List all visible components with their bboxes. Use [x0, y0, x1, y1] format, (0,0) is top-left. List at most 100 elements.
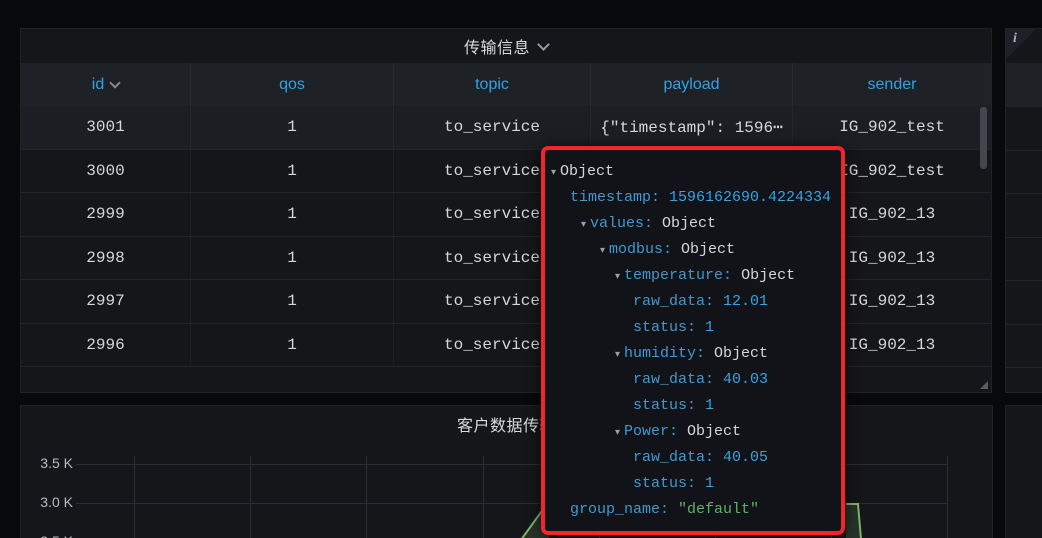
json-key: raw_data:	[633, 293, 723, 310]
json-tree-line[interactable]: raw_data: 12.01	[545, 289, 841, 315]
column-header-topic[interactable]: topic	[394, 63, 591, 106]
json-value: Object	[662, 215, 716, 232]
table-row[interactable]: 30001to_serviceIG_902_test	[21, 150, 991, 194]
json-key: raw_data:	[633, 371, 723, 388]
table-row[interactable]: 30011to_service{″timestamp″: 1596⋯IG_902…	[21, 106, 991, 150]
table-row[interactable]: 29981to_serviceIG_902_13	[21, 237, 991, 281]
gridline-vertical	[134, 456, 135, 538]
table-row[interactable]: 29961to_serviceIG_902_13	[21, 324, 991, 368]
panel-right-top: i	[1005, 28, 1042, 393]
cell-qos: 1	[191, 193, 394, 236]
json-key: values:	[590, 215, 662, 232]
json-tree-line[interactable]: ▾modbus: Object	[545, 237, 841, 263]
table-row[interactable]: 29991to_serviceIG_902_13	[21, 193, 991, 237]
cell-qos: 1	[191, 237, 394, 280]
json-tree-line[interactable]: raw_data: 40.03	[545, 367, 841, 393]
cell-qos: 1	[191, 324, 394, 367]
panel-header[interactable]: 传输信息	[21, 29, 991, 63]
json-tree-line[interactable]: status: 1	[545, 393, 841, 419]
json-key: status:	[633, 397, 705, 414]
y-axis-tick-label: 3.5 K	[25, 455, 73, 471]
gridline-vertical	[947, 456, 948, 538]
json-tree-line[interactable]: status: 1	[545, 315, 841, 341]
cell-id: 3000	[21, 150, 191, 193]
gridline-vertical	[366, 456, 367, 538]
json-value: 1	[705, 319, 714, 336]
column-header-payload[interactable]: payload	[591, 63, 793, 106]
json-value: 12.01	[723, 293, 768, 310]
json-tree-line[interactable]: ▾ values: Object	[545, 211, 841, 237]
triangle-down-icon: ▾	[615, 271, 620, 282]
dashboard: 传输信息 id qos topic payload sender 30011to_ser…	[0, 0, 1042, 538]
cell-qos: 1	[191, 280, 394, 323]
gridline-vertical	[483, 456, 484, 538]
gridline-vertical	[250, 456, 251, 538]
json-value: Object	[687, 423, 741, 440]
json-tree-line[interactable]: ▾ temperature: Object	[545, 263, 841, 289]
json-key: modbus:	[609, 241, 681, 258]
info-icon: i	[1013, 31, 1017, 47]
column-header-qos[interactable]: qos	[191, 63, 394, 106]
chevron-down-icon	[110, 77, 121, 88]
triangle-down-icon: ▾	[615, 349, 620, 360]
json-key: timestamp:	[570, 189, 669, 206]
cell-id: 2997	[21, 280, 191, 323]
table-row-separator	[1006, 324, 1042, 325]
table-scrollbar[interactable]	[980, 107, 987, 169]
chart-panel-header[interactable]: 客户数据传输	[21, 412, 992, 436]
json-tree-line[interactable]: raw_data: 40.05	[545, 445, 841, 471]
json-tree-line[interactable]: ▾Object	[545, 159, 841, 185]
table-row-separator	[1006, 280, 1042, 281]
table-row-separator	[1006, 193, 1042, 194]
right-table-header	[1006, 63, 1042, 106]
table-row[interactable]: 29971to_serviceIG_902_13	[21, 280, 991, 324]
triangle-down-icon: ▾	[581, 219, 586, 230]
json-key: temperature:	[624, 267, 741, 284]
cell-id: 3001	[21, 106, 191, 149]
json-value: 40.05	[723, 449, 768, 466]
panel-resize-handle[interactable]	[980, 381, 988, 389]
table-header-row: id qos topic payload sender	[21, 63, 991, 106]
json-value: 1	[705, 397, 714, 414]
cell-qos: 1	[191, 106, 394, 149]
json-tree-line[interactable]: timestamp: 1596162690.4224334	[545, 185, 841, 211]
column-header-label: qos	[279, 76, 305, 94]
json-tree-line[interactable]: status: 1	[545, 471, 841, 497]
panel-client-data-chart: 客户数据传输 3.5 K3.0 K2.5 K	[20, 405, 993, 538]
column-header-label: sender	[868, 76, 917, 94]
json-key: raw_data:	[633, 449, 723, 466]
json-tree-line[interactable]: ▾ humidity: Object	[545, 341, 841, 367]
triangle-down-icon: ▾	[615, 427, 620, 438]
column-header-label: id	[92, 76, 104, 94]
table-row-separator	[1006, 106, 1042, 107]
y-axis-tick-label: 3.0 K	[25, 494, 73, 510]
cell-id: 2998	[21, 237, 191, 280]
panel-info-corner[interactable]	[1006, 29, 1036, 59]
cell-id: 2999	[21, 193, 191, 236]
panel-right-bottom	[1005, 405, 1042, 538]
json-tree: ▾Objecttimestamp: 1596162690.4224334▾val…	[545, 150, 841, 523]
json-value: Object	[714, 345, 768, 362]
table-row-separator	[1006, 367, 1042, 368]
cell-sender: IG_902_test	[793, 106, 991, 149]
panel-transmission-table: 传输信息 id qos topic payload sender 30011to_ser…	[20, 28, 992, 393]
cell-qos: 1	[191, 150, 394, 193]
panel-title[interactable]: 传输信息	[464, 34, 530, 58]
json-tree-line[interactable]: group_name: ″default″	[545, 497, 841, 523]
json-tree-line[interactable]: ▾Power: Object	[545, 419, 841, 445]
json-key: group_name:	[570, 501, 678, 518]
json-value: 1	[705, 475, 714, 492]
json-value: 1596162690.4224334	[669, 189, 831, 206]
column-header-label: payload	[663, 76, 719, 94]
cell-payload: {″timestamp″: 1596⋯	[591, 106, 793, 149]
json-value: Object	[741, 267, 795, 284]
table-body: 30011to_service{″timestamp″: 1596⋯IG_902…	[21, 106, 991, 367]
json-key: status:	[633, 475, 705, 492]
json-object-popup: ▾Objecttimestamp: 1596162690.4224334▾val…	[541, 146, 845, 535]
json-value: ″default″	[678, 501, 759, 518]
json-key: status:	[633, 319, 705, 336]
column-header-id[interactable]: id	[21, 63, 191, 106]
table-row-separator	[1006, 150, 1042, 151]
json-key: humidity:	[624, 345, 714, 362]
column-header-sender[interactable]: sender	[793, 63, 991, 106]
